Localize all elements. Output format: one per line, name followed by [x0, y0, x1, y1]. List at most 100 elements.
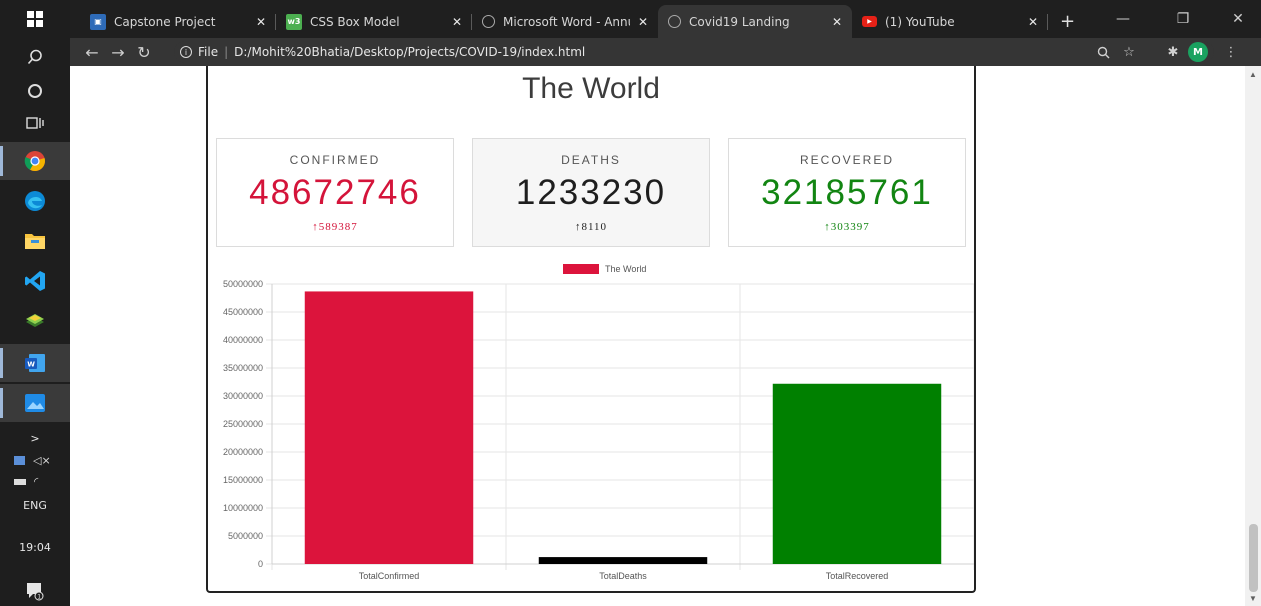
- card-value: 48672746: [249, 173, 421, 212]
- close-icon[interactable]: ✕: [832, 15, 842, 29]
- page-title: The World: [522, 72, 660, 105]
- bluestacks-icon[interactable]: [0, 302, 70, 340]
- y-tick-label: 40000000: [223, 335, 263, 345]
- card-label: RECOVERED: [799, 153, 894, 167]
- y-tick-label: 45000000: [223, 307, 263, 317]
- tray-expand-icon[interactable]: >: [0, 432, 70, 445]
- address-url[interactable]: D:/Mohit%20Bhatia/Desktop/Projects/COVID…: [234, 45, 585, 59]
- info-icon[interactable]: i: [180, 46, 192, 58]
- volume-muted-icon[interactable]: ◁×: [33, 454, 51, 467]
- word-icon[interactable]: W: [0, 344, 70, 382]
- minimize-icon[interactable]: —: [1100, 0, 1146, 38]
- browser-toolbar: ← → ↻ i File | D:/Mohit%20Bhatia/Desktop…: [70, 38, 1261, 66]
- address-bar[interactable]: i File | D:/Mohit%20Bhatia/Desktop/Proje…: [174, 41, 1214, 63]
- tab-label: Microsoft Word - Annual: [503, 14, 630, 29]
- windows-taskbar: W > ◁× ◜ ENG 19:04 1: [0, 0, 70, 606]
- y-tick-label: 15000000: [223, 475, 263, 485]
- bar-totaldeaths: [538, 557, 708, 564]
- y-tick-label: 50000000: [223, 279, 263, 289]
- recovered-card: RECOVERED 32185761 ↑303397: [728, 138, 966, 247]
- tray-row-2: ◜: [14, 475, 38, 488]
- card-delta: ↑303397: [729, 221, 965, 233]
- browser-tab-bar: ▣ Capstone Project ✕ w3 CSS Box Model ✕ …: [70, 0, 1261, 38]
- card-delta: ↑589387: [217, 221, 453, 233]
- tab-label: (1) YouTube: [885, 14, 955, 29]
- delta-value: 8110: [581, 221, 608, 233]
- meet-now-icon[interactable]: [14, 456, 25, 465]
- capstone-favicon-icon: ▣: [90, 13, 106, 30]
- photos-icon[interactable]: [0, 384, 70, 422]
- search-icon[interactable]: [0, 38, 70, 76]
- back-icon[interactable]: ←: [80, 41, 104, 63]
- scrollbar-thumb[interactable]: [1249, 524, 1258, 592]
- bar-totalconfirmed: [304, 291, 474, 564]
- forward-icon[interactable]: →: [106, 41, 130, 63]
- globe-icon: [482, 15, 495, 28]
- close-icon[interactable]: ✕: [638, 15, 648, 29]
- notification-count: 1: [37, 594, 41, 601]
- battery-icon[interactable]: [14, 478, 26, 485]
- legend-label: The World: [605, 264, 646, 274]
- tab-label: Capstone Project: [114, 14, 216, 29]
- bar-totalrecovered: [772, 383, 942, 564]
- bookmark-star-icon[interactable]: ☆: [1118, 41, 1140, 63]
- notification-center-icon[interactable]: 1: [0, 572, 70, 606]
- profile-avatar[interactable]: M: [1188, 42, 1208, 62]
- card-label: CONFIRMED: [289, 153, 381, 167]
- restore-icon[interactable]: ❐: [1160, 0, 1206, 38]
- address-separator: |: [224, 45, 229, 59]
- world-bar-chart: 0 5000000 10000000 15000000 20000000 25000000…: [223, 264, 974, 581]
- card-label: DEATHS: [561, 153, 621, 167]
- window-close-icon[interactable]: ✕: [1215, 0, 1261, 38]
- file-explorer-icon[interactable]: [0, 222, 70, 260]
- close-icon[interactable]: ✕: [256, 15, 266, 29]
- menu-kebab-icon[interactable]: ⋮: [1220, 41, 1242, 63]
- vscode-icon[interactable]: [0, 262, 70, 300]
- y-tick-label: 20000000: [223, 447, 263, 457]
- confirmed-card: CONFIRMED 48672746 ↑589387: [216, 138, 454, 247]
- card-value: 1233230: [515, 173, 667, 212]
- scroll-down-icon[interactable]: ▼: [1245, 590, 1261, 606]
- y-tick-label: 10000000: [223, 503, 263, 513]
- deaths-card: DEATHS 1233230 ↑8110: [472, 138, 710, 247]
- reload-icon[interactable]: ↻: [132, 41, 156, 63]
- world-section: The World CONFIRMED 48672746 ↑589387 DEA…: [206, 66, 976, 593]
- x-tick-label: TotalRecovered: [826, 571, 889, 581]
- close-icon[interactable]: ✕: [452, 15, 462, 29]
- tab-youtube[interactable]: ▶ (1) YouTube ✕: [852, 5, 1048, 38]
- chrome-icon[interactable]: [0, 142, 70, 180]
- edge-icon[interactable]: [0, 182, 70, 220]
- new-tab-button[interactable]: +: [1050, 5, 1080, 38]
- y-tick-label: 25000000: [223, 419, 263, 429]
- tab-separator: [1047, 14, 1048, 30]
- task-view-icon[interactable]: [0, 104, 70, 142]
- y-tick-label: 35000000: [223, 363, 263, 373]
- tray-row-1: ◁×: [14, 454, 51, 467]
- legend-swatch: [563, 264, 599, 274]
- page-scrollbar[interactable]: ▲ ▼: [1245, 66, 1261, 606]
- clock[interactable]: 19:04: [0, 541, 70, 554]
- tab-capstone-project[interactable]: ▣ Capstone Project ✕: [80, 5, 276, 38]
- tab-microsoft-word[interactable]: Microsoft Word - Annual ✕: [472, 5, 658, 38]
- zoom-icon[interactable]: [1092, 41, 1114, 63]
- card-value: 32185761: [761, 173, 933, 212]
- x-tick-label: TotalConfirmed: [359, 571, 420, 581]
- language-indicator[interactable]: ENG: [0, 499, 70, 512]
- w3schools-favicon-icon: w3: [286, 13, 302, 30]
- card-delta: ↑8110: [473, 221, 709, 233]
- svg-text:W: W: [27, 361, 35, 369]
- address-prefix: File: [198, 45, 219, 59]
- y-tick-label: 0: [258, 559, 263, 569]
- youtube-favicon-icon: ▶: [862, 16, 877, 27]
- tab-label: Covid19 Landing: [689, 14, 790, 29]
- tab-label: CSS Box Model: [310, 14, 400, 29]
- wifi-icon[interactable]: ◜: [34, 475, 38, 488]
- close-icon[interactable]: ✕: [1028, 15, 1038, 29]
- tab-css-box-model[interactable]: w3 CSS Box Model ✕: [276, 5, 472, 38]
- tab-covid19-landing[interactable]: Covid19 Landing ✕: [658, 5, 852, 38]
- scroll-up-icon[interactable]: ▲: [1245, 66, 1261, 82]
- extensions-icon[interactable]: ✱: [1162, 41, 1184, 63]
- windows-start-icon[interactable]: [0, 0, 70, 38]
- page-viewport: The World CONFIRMED 48672746 ↑589387 DEA…: [70, 66, 1245, 606]
- delta-value: 303397: [830, 221, 870, 233]
